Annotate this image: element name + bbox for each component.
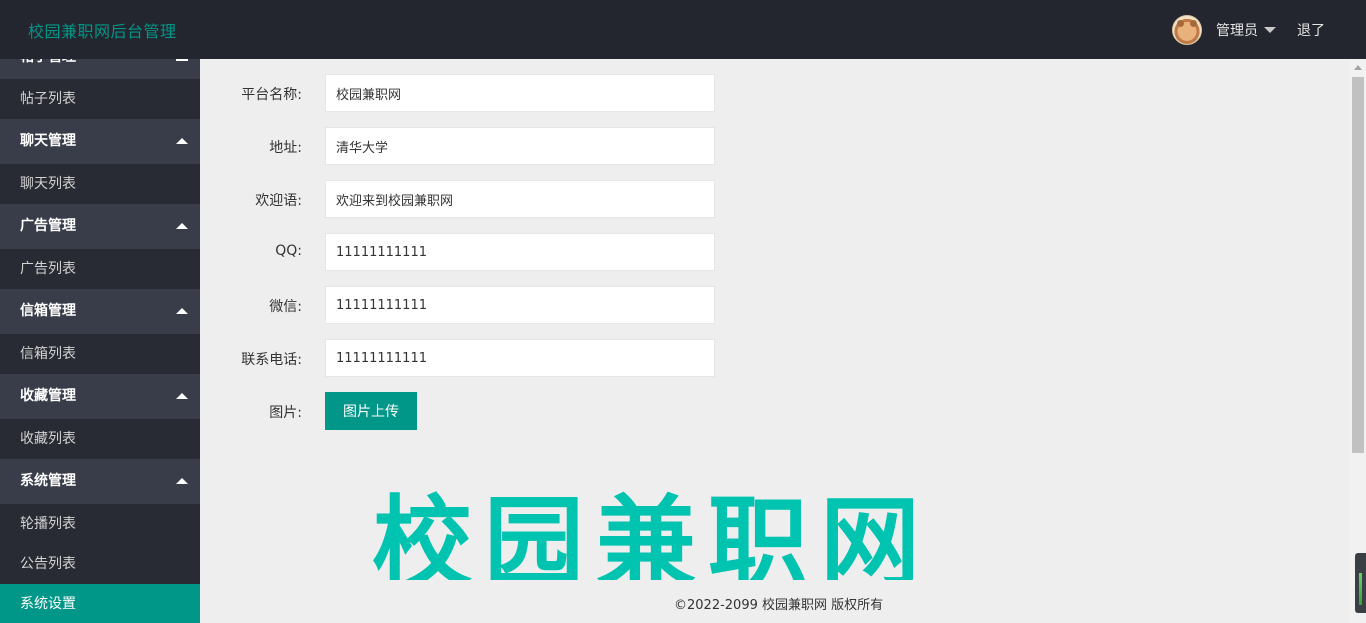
form-row-address: 地址: [200,127,920,165]
logout-link[interactable]: 退了 [1297,20,1325,40]
sidebar-item-ad-list[interactable]: 广告列表 [0,249,200,289]
sidebar-group-label: 系统管理 [20,473,76,489]
wechat-input[interactable] [325,286,715,324]
main-content: 平台名称: 地址: 欢迎语: QQ: 微信: 联系电话: 图片: 图片上传 校园… [200,59,1350,623]
sidebar-group-label: 广告管理 [20,218,76,234]
sidebar-group-ads[interactable]: 广告管理 [0,204,200,249]
welcome-label: 欢迎语: [255,193,302,209]
user-name[interactable]: 管理员 [1216,20,1258,40]
form-row-image: 图片: 图片上传 [200,392,920,430]
wechat-label: 微信: [269,299,302,315]
collapse-icon[interactable] [176,59,188,61]
sidebar-item-favorites-list[interactable]: 收藏列表 [0,419,200,459]
user-menu[interactable]: 管理员 [1172,14,1276,46]
form-row-platform-name: 平台名称: [200,74,920,112]
form-row-phone: 联系电话: [200,339,920,377]
sidebar-item-system-settings[interactable]: 系统设置 [0,584,200,623]
sidebar: 帖子管理 帖子列表 聊天管理 聊天列表 广告管理 广告列表 信箱管理 信箱列表 … [0,59,200,623]
sidebar-item-notice-list[interactable]: 公告列表 [0,544,200,584]
phone-input[interactable] [325,339,715,377]
scroll-up-icon[interactable] [1354,65,1362,70]
sidebar-group-label: 信箱管理 [20,303,76,319]
sidebar-item-mailbox-list[interactable]: 信箱列表 [0,334,200,374]
side-widget-handle[interactable] [1355,553,1366,613]
sidebar-item-chat-list[interactable]: 聊天列表 [0,164,200,204]
address-label: 地址: [269,140,302,156]
sidebar-group-label: 聊天管理 [20,133,76,149]
sidebar-item-carousel-list[interactable]: 轮播列表 [0,504,200,544]
chevron-up-icon [176,223,188,229]
sidebar-group-posts[interactable]: 帖子管理 [0,59,200,79]
user-avatar[interactable] [1172,15,1202,45]
qq-label: QQ: [275,243,302,259]
sidebar-group-label: 收藏管理 [20,388,76,404]
chevron-up-icon [176,308,188,314]
sidebar-group-favorites[interactable]: 收藏管理 [0,374,200,419]
chevron-up-icon [176,393,188,399]
chevron-up-icon [176,138,188,144]
platform-name-label: 平台名称: [241,87,302,103]
address-input[interactable] [325,127,715,165]
chevron-down-icon[interactable] [1264,27,1276,33]
image-upload-button[interactable]: 图片上传 [325,392,417,430]
sidebar-item-post-list[interactable]: 帖子列表 [0,79,200,119]
top-header: 校园兼职网后台管理 管理员 退了 [0,0,1366,59]
qq-input[interactable] [325,233,715,271]
logo-image-preview: 校园兼职网 [372,484,964,580]
app-brand-title[interactable]: 校园兼职网后台管理 [28,18,177,42]
platform-name-input[interactable] [325,74,715,112]
vertical-scrollbar[interactable] [1350,59,1366,623]
image-label: 图片: [269,405,302,421]
phone-label: 联系电话: [241,352,302,368]
chevron-up-icon [176,478,188,484]
footer-copyright: ©2022-2099 校园兼职网 版权所有 [674,598,884,613]
sidebar-group-label: 帖子管理 [20,59,76,67]
logo-text: 校园兼职网 [372,485,932,580]
sidebar-group-chat[interactable]: 聊天管理 [0,119,200,164]
form-row-welcome: 欢迎语: [200,180,920,218]
sidebar-group-system[interactable]: 系统管理 [0,459,200,504]
form-row-qq: QQ: [200,233,920,271]
sidebar-group-mailbox[interactable]: 信箱管理 [0,289,200,334]
scrollbar-thumb[interactable] [1352,77,1364,453]
form-row-wechat: 微信: [200,286,920,324]
welcome-input[interactable] [325,180,715,218]
